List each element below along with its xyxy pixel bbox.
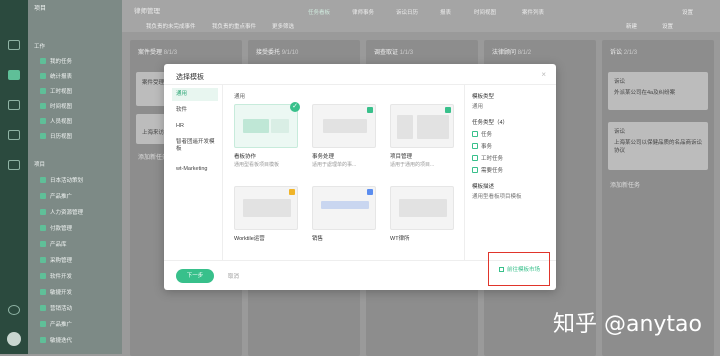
new-button[interactable]: 新建: [626, 22, 637, 30]
template-card[interactable]: 项目管理 适用于通用的项目...: [390, 104, 454, 168]
dialog-title: 选择模板: [176, 74, 204, 81]
section-label: 通用: [234, 94, 246, 100]
category-software[interactable]: 软件: [176, 107, 222, 114]
calendar-icon[interactable]: [8, 100, 20, 110]
settings-button[interactable]: 设置: [662, 22, 673, 30]
category-marketing[interactable]: wt-Marketing: [176, 166, 222, 173]
app-rail: [0, 0, 28, 354]
template-card[interactable]: 事务处理 适用于處理单的事...: [312, 104, 376, 168]
tag-icon: [289, 189, 295, 195]
filter-important[interactable]: 我负责的重点事件: [212, 22, 256, 30]
sidebar-item[interactable]: 敏捷开发: [40, 288, 118, 298]
template-card[interactable]: ✓ 看板协作 通用型看板项目模板: [234, 102, 300, 168]
project-name: 律师管理: [134, 8, 160, 15]
template-dialog: 选择模板 × 通用 软件 HR 智者团遥开发模板 wt-Marketing 通用…: [164, 64, 556, 290]
close-icon[interactable]: ×: [541, 70, 546, 79]
template-market-link[interactable]: 前往模板市场: [488, 252, 550, 286]
tag-icon: [445, 107, 451, 113]
template-detail: 模板类型 通用 任务类型（4） 任务 事务 工时任务 需要任务 模板描述 通用型…: [472, 94, 522, 200]
task-card[interactable]: 诉讼 外派某公司在4a及纠纷案: [608, 72, 708, 110]
tab-reports[interactable]: 报表: [440, 8, 451, 16]
sidebar-item[interactable]: 人力资源管理: [40, 208, 118, 218]
sidebar-title: 项目: [34, 6, 47, 12]
tab-time-view[interactable]: 时间视图: [474, 8, 496, 16]
task-card[interactable]: 诉讼 上海某公司以保健品质的名品商诉讼协议: [608, 122, 708, 170]
sidebar-item[interactable]: 付款管理: [40, 224, 118, 234]
sidebar-item[interactable]: 日本活动策划: [40, 176, 118, 186]
check-icon: ✓: [290, 102, 300, 112]
sidebar-item[interactable]: 我的任务: [40, 57, 118, 67]
chat-icon[interactable]: [8, 130, 20, 140]
tag-icon: [367, 107, 373, 113]
sidebar-item[interactable]: 日历视图: [40, 132, 118, 142]
top-bar: 律师管理 任务看板 律师事务 诉讼日历 报表 时间视图 案件列表 设置 我负责的…: [122, 0, 720, 32]
dialog-footer: 下一步 取消 前往模板市场: [164, 252, 556, 290]
divider: [222, 84, 223, 260]
add-task-link[interactable]: 添加新任务: [610, 180, 640, 189]
filter-more[interactable]: 更多筛选: [272, 22, 294, 30]
category-zhizhe[interactable]: 智者团遥开发模板: [176, 139, 218, 153]
settings-link[interactable]: 设置: [682, 8, 693, 16]
sidebar-item[interactable]: 统计报表: [40, 72, 118, 82]
sidebar-item[interactable]: 时间视图: [40, 102, 118, 112]
column-title: 接受委托 9/1/10: [256, 50, 299, 56]
search-icon[interactable]: [8, 40, 20, 50]
cancel-button[interactable]: 取消: [228, 272, 239, 280]
watermark: 知乎 @anytao: [552, 312, 702, 337]
category-hr[interactable]: HR: [176, 123, 222, 130]
sidebar-group-project[interactable]: 项目: [34, 160, 118, 170]
avatar[interactable]: [7, 332, 21, 346]
column-title: 案件受理 8/1/3: [138, 50, 178, 56]
help-icon[interactable]: [8, 305, 20, 315]
tab-affairs[interactable]: 律师事务: [352, 8, 374, 16]
next-button[interactable]: 下一步: [176, 269, 214, 283]
sidebar-group-work[interactable]: 工作: [34, 42, 118, 52]
template-card[interactable]: WT律所: [390, 186, 454, 242]
divider: [464, 84, 465, 260]
sidebar-item[interactable]: 产品推广: [40, 320, 118, 330]
template-card[interactable]: Worktile运营: [234, 186, 298, 242]
filter-unfinished[interactable]: 我负责的未完成事件: [146, 22, 196, 30]
tag-icon: [367, 189, 373, 195]
sidebar-item[interactable]: 软件开发: [40, 272, 118, 282]
tab-calendar[interactable]: 诉讼日历: [396, 8, 418, 16]
category-general[interactable]: 通用: [172, 88, 218, 101]
file-icon[interactable]: [8, 160, 20, 170]
sidebar-item[interactable]: 工时视图: [40, 87, 118, 97]
tab-case-list[interactable]: 案件列表: [522, 8, 544, 16]
market-icon: [499, 267, 504, 272]
tab-board[interactable]: 任务看板: [308, 8, 330, 16]
sidebar-item[interactable]: 敏捷迭代: [40, 336, 118, 346]
sidebar-item[interactable]: 人员视图: [40, 117, 118, 127]
column-title: 法律顾问 8/1/2: [492, 50, 532, 56]
sidebar-item[interactable]: 产品库: [40, 240, 118, 250]
sidebar: 项目 工作 我的任务 统计报表 工时视图 时间视图 人员视图 日历视图 项目 日…: [28, 0, 122, 354]
sidebar-item[interactable]: 产品推广: [40, 192, 118, 202]
column-title: 调查取证 1/1/3: [374, 50, 414, 56]
sidebar-item[interactable]: 营销活动: [40, 304, 118, 314]
project-icon[interactable]: [8, 70, 20, 80]
template-card[interactable]: 销售: [312, 186, 376, 242]
sidebar-item[interactable]: 采购管理: [40, 256, 118, 266]
column-title: 诉讼 2/1/3: [610, 50, 638, 56]
